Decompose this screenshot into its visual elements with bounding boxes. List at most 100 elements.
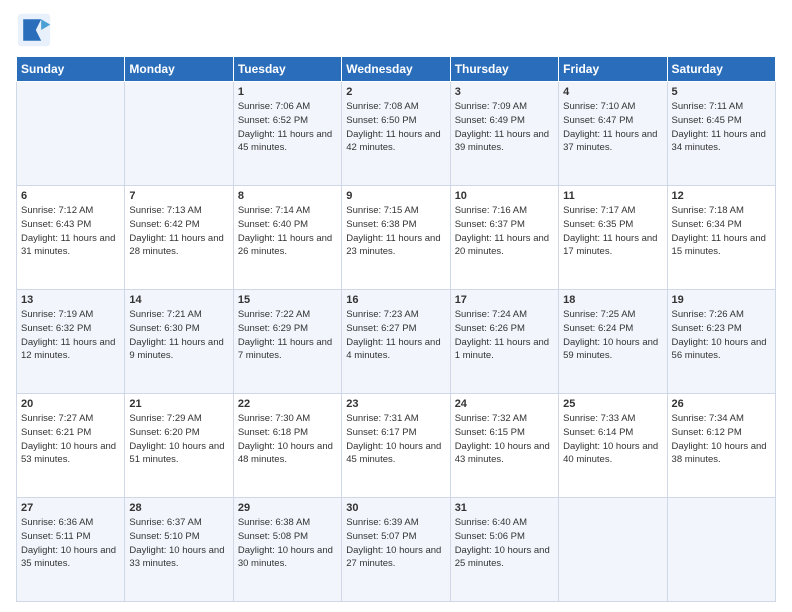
col-header-sunday: Sunday xyxy=(17,57,125,82)
calendar-cell: 4Sunrise: 7:10 AMSunset: 6:47 PMDaylight… xyxy=(559,82,667,186)
calendar-cell: 22 Sunrise: 7:30 AMSunset: 6:18 PMDayligh… xyxy=(233,394,341,498)
col-header-saturday: Saturday xyxy=(667,57,775,82)
day-number: 26 xyxy=(672,398,771,410)
calendar-cell: 1Sunrise: 7:06 AMSunset: 6:52 PMDaylight… xyxy=(233,82,341,186)
day-number: 13 xyxy=(21,294,120,306)
cell-content: Sunrise: 7:13 AMSunset: 6:42 PMDaylight:… xyxy=(129,204,228,259)
calendar-cell: 14Sunrise: 7:21 AMSunset: 6:30 PMDayligh… xyxy=(125,290,233,394)
calendar-cell xyxy=(559,498,667,602)
calendar-cell: 20Sunrise: 7:27 AMSunset: 6:21 PMDayligh… xyxy=(17,394,125,498)
day-number: 7 xyxy=(129,190,228,202)
cell-content: Sunrise: 7:23 AMSunset: 6:27 PMDaylight:… xyxy=(346,308,445,363)
calendar-table: SundayMondayTuesdayWednesdayThursdayFrid… xyxy=(16,56,776,602)
calendar-cell: 12 Sunrise: 7:18 AMSunset: 6:34 PMDayligh… xyxy=(667,186,775,290)
col-header-tuesday: Tuesday xyxy=(233,57,341,82)
day-number: 21 xyxy=(129,398,228,410)
calendar-cell: 9Sunrise: 7:15 AMSunset: 6:38 PMDaylight… xyxy=(342,186,450,290)
cell-content: Sunrise: 7:30 AMSunset: 6:18 PMDaylight:… xyxy=(238,412,337,467)
calendar-cell xyxy=(667,498,775,602)
cell-content: Sunrise: 7:29 AMSunset: 6:20 PMDaylight:… xyxy=(129,412,228,467)
day-number: 8 xyxy=(238,190,337,202)
day-number: 17 xyxy=(455,294,554,306)
cell-content: Sunrise: 6:39 AMSunset: 5:07 PMDaylight:… xyxy=(346,516,445,571)
cell-content: Sunrise: 7:16 AMSunset: 6:37 PMDaylight:… xyxy=(455,204,554,259)
day-number: 28 xyxy=(129,502,228,514)
cell-content: Sunrise: 7:22 AMSunset: 6:29 PMDaylight:… xyxy=(238,308,337,363)
calendar-cell: 7 Sunrise: 7:13 AMSunset: 6:42 PMDaylight… xyxy=(125,186,233,290)
calendar-cell: 26 Sunrise: 7:34 AMSunset: 6:12 PMDayligh… xyxy=(667,394,775,498)
calendar-cell: 31 Sunrise: 6:40 AMSunset: 5:06 PMDayligh… xyxy=(450,498,558,602)
calendar-cell: 15Sunrise: 7:22 AMSunset: 6:29 PMDayligh… xyxy=(233,290,341,394)
cell-content: Sunrise: 7:25 AMSunset: 6:24 PMDaylight:… xyxy=(563,308,662,363)
calendar-cell: 23 Sunrise: 7:31 AMSunset: 6:17 PMDayligh… xyxy=(342,394,450,498)
col-header-monday: Monday xyxy=(125,57,233,82)
calendar-cell xyxy=(17,82,125,186)
calendar-cell: 16 Sunrise: 7:23 AMSunset: 6:27 PMDayligh… xyxy=(342,290,450,394)
day-number: 25 xyxy=(563,398,662,410)
cell-content: Sunrise: 7:09 AMSunset: 6:49 PMDaylight:… xyxy=(455,100,554,155)
header xyxy=(16,12,776,48)
calendar-cell: 30 Sunrise: 6:39 AMSunset: 5:07 PMDayligh… xyxy=(342,498,450,602)
calendar-row: 20Sunrise: 7:27 AMSunset: 6:21 PMDayligh… xyxy=(17,394,776,498)
cell-content: Sunrise: 7:31 AMSunset: 6:17 PMDaylight:… xyxy=(346,412,445,467)
calendar-cell: 13 Sunrise: 7:19 AMSunset: 6:32 PMDayligh… xyxy=(17,290,125,394)
calendar-cell: 24Sunrise: 7:32 AMSunset: 6:15 PMDayligh… xyxy=(450,394,558,498)
cell-content: Sunrise: 7:34 AMSunset: 6:12 PMDaylight:… xyxy=(672,412,771,467)
cell-content: Sunrise: 7:32 AMSunset: 6:15 PMDaylight:… xyxy=(455,412,554,467)
cell-content: Sunrise: 7:14 AMSunset: 6:40 PMDaylight:… xyxy=(238,204,337,259)
calendar-cell: 19 Sunrise: 7:26 AMSunset: 6:23 PMDayligh… xyxy=(667,290,775,394)
cell-content: Sunrise: 7:11 AMSunset: 6:45 PMDaylight:… xyxy=(672,100,771,155)
calendar-cell: 21 Sunrise: 7:29 AMSunset: 6:20 PMDayligh… xyxy=(125,394,233,498)
day-number: 1 xyxy=(238,86,337,98)
cell-content: Sunrise: 7:19 AMSunset: 6:32 PMDaylight:… xyxy=(21,308,120,363)
calendar-row: 27 Sunrise: 6:36 AMSunset: 5:11 PMDayligh… xyxy=(17,498,776,602)
cell-content: Sunrise: 7:12 AMSunset: 6:43 PMDaylight:… xyxy=(21,204,120,259)
calendar-row: 1Sunrise: 7:06 AMSunset: 6:52 PMDaylight… xyxy=(17,82,776,186)
day-number: 22 xyxy=(238,398,337,410)
day-number: 3 xyxy=(455,86,554,98)
calendar-cell: 11 Sunrise: 7:17 AMSunset: 6:35 PMDayligh… xyxy=(559,186,667,290)
day-number: 10 xyxy=(455,190,554,202)
generalblue-logo-icon xyxy=(16,12,52,48)
cell-content: Sunrise: 7:21 AMSunset: 6:30 PMDaylight:… xyxy=(129,308,228,363)
day-number: 5 xyxy=(672,86,771,98)
day-number: 30 xyxy=(346,502,445,514)
cell-content: Sunrise: 7:26 AMSunset: 6:23 PMDaylight:… xyxy=(672,308,771,363)
calendar-cell: 3 Sunrise: 7:09 AMSunset: 6:49 PMDaylight… xyxy=(450,82,558,186)
cell-content: Sunrise: 7:18 AMSunset: 6:34 PMDaylight:… xyxy=(672,204,771,259)
day-number: 11 xyxy=(563,190,662,202)
calendar-cell: 28 Sunrise: 6:37 AMSunset: 5:10 PMDayligh… xyxy=(125,498,233,602)
header-row: SundayMondayTuesdayWednesdayThursdayFrid… xyxy=(17,57,776,82)
cell-content: Sunrise: 7:33 AMSunset: 6:14 PMDaylight:… xyxy=(563,412,662,467)
day-number: 27 xyxy=(21,502,120,514)
col-header-thursday: Thursday xyxy=(450,57,558,82)
cell-content: Sunrise: 7:17 AMSunset: 6:35 PMDaylight:… xyxy=(563,204,662,259)
logo xyxy=(16,12,56,48)
cell-content: Sunrise: 6:36 AMSunset: 5:11 PMDaylight:… xyxy=(21,516,120,571)
calendar-cell: 8 Sunrise: 7:14 AMSunset: 6:40 PMDaylight… xyxy=(233,186,341,290)
cell-content: Sunrise: 7:27 AMSunset: 6:21 PMDaylight:… xyxy=(21,412,120,467)
calendar-cell: 6Sunrise: 7:12 AMSunset: 6:43 PMDaylight… xyxy=(17,186,125,290)
calendar-cell: 25 Sunrise: 7:33 AMSunset: 6:14 PMDayligh… xyxy=(559,394,667,498)
col-header-friday: Friday xyxy=(559,57,667,82)
day-number: 18 xyxy=(563,294,662,306)
page: SundayMondayTuesdayWednesdayThursdayFrid… xyxy=(0,0,792,612)
calendar-cell: 17Sunrise: 7:24 AMSunset: 6:26 PMDayligh… xyxy=(450,290,558,394)
day-number: 16 xyxy=(346,294,445,306)
day-number: 12 xyxy=(672,190,771,202)
cell-content: Sunrise: 6:37 AMSunset: 5:10 PMDaylight:… xyxy=(129,516,228,571)
calendar-row: 13 Sunrise: 7:19 AMSunset: 6:32 PMDayligh… xyxy=(17,290,776,394)
day-number: 23 xyxy=(346,398,445,410)
day-number: 19 xyxy=(672,294,771,306)
calendar-cell: 27 Sunrise: 6:36 AMSunset: 5:11 PMDayligh… xyxy=(17,498,125,602)
day-number: 31 xyxy=(455,502,554,514)
cell-content: Sunrise: 6:40 AMSunset: 5:06 PMDaylight:… xyxy=(455,516,554,571)
cell-content: Sunrise: 6:38 AMSunset: 5:08 PMDaylight:… xyxy=(238,516,337,571)
calendar-cell: 5 Sunrise: 7:11 AMSunset: 6:45 PMDaylight… xyxy=(667,82,775,186)
calendar-cell: 18 Sunrise: 7:25 AMSunset: 6:24 PMDayligh… xyxy=(559,290,667,394)
calendar-row: 6Sunrise: 7:12 AMSunset: 6:43 PMDaylight… xyxy=(17,186,776,290)
cell-content: Sunrise: 7:10 AMSunset: 6:47 PMDaylight:… xyxy=(563,100,662,155)
day-number: 29 xyxy=(238,502,337,514)
calendar-cell xyxy=(125,82,233,186)
cell-content: Sunrise: 7:15 AMSunset: 6:38 PMDaylight:… xyxy=(346,204,445,259)
